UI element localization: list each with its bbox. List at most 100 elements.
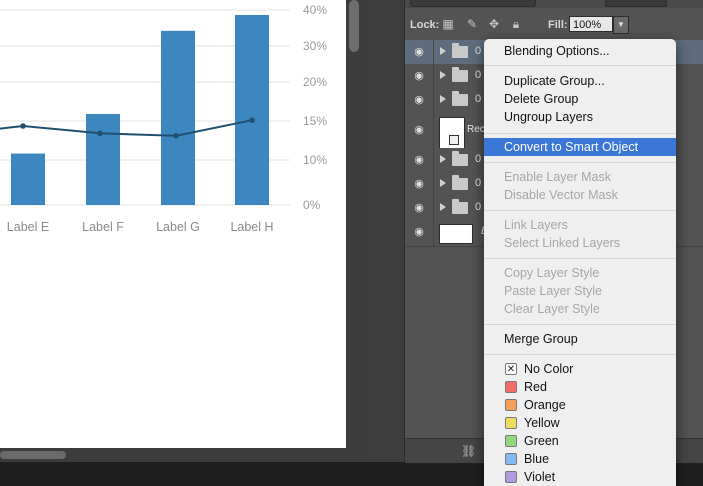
menu-item-blending-options[interactable]: Blending Options... — [484, 42, 676, 60]
menu-item-ungroup-layers[interactable]: Ungroup Layers — [484, 108, 676, 126]
visibility-column: ◉ — [405, 112, 434, 148]
canvas-scroll-gutter — [346, 0, 364, 462]
expand-triangle-icon[interactable] — [440, 95, 446, 103]
menu-item-color-none[interactable]: No Color — [484, 360, 676, 379]
visibility-column: ◉ — [405, 220, 434, 246]
layer-thumbnail — [439, 224, 473, 244]
eye-icon[interactable]: ◉ — [411, 93, 427, 107]
folder-icon — [452, 91, 468, 106]
x-tick-label: Label F — [82, 220, 124, 234]
visibility-column: ◉ — [405, 88, 434, 112]
series-point — [173, 133, 179, 139]
menu-item-color-red[interactable]: Red — [484, 378, 676, 396]
y-tick-label: 30% — [303, 39, 327, 53]
menu-item-delete-group[interactable]: Delete Group — [484, 90, 676, 108]
y-tick-label: 0% — [303, 198, 321, 212]
folder-icon — [452, 151, 468, 166]
folder-icon — [452, 67, 468, 82]
eye-icon[interactable]: ◉ — [411, 45, 427, 59]
layer-name[interactable]: 0 — [475, 45, 481, 57]
layer-name[interactable]: 0 — [475, 153, 481, 165]
fill-dropdown-arrow-icon[interactable]: ▼ — [613, 16, 629, 34]
panel-top-strip — [405, 0, 703, 8]
menu-item-clear-layer-style: Clear Layer Style — [504, 302, 600, 316]
menu-item-duplicate-group[interactable]: Duplicate Group... — [484, 72, 676, 90]
menu-separator — [484, 162, 676, 163]
layer-context-menu: Blending Options... Duplicate Group... D… — [484, 39, 676, 486]
bar — [11, 153, 45, 205]
menu-item-disable-vector-mask: Disable Vector Mask — [504, 188, 618, 202]
color-label: Red — [524, 380, 547, 394]
expand-triangle-icon[interactable] — [440, 179, 446, 187]
document-canvas[interactable]: 40% 30% 20% 15% 10% 0% Label E Label F Label G La… — [0, 0, 346, 448]
opacity-field[interactable] — [605, 0, 667, 7]
layer-name[interactable]: 0 — [475, 201, 481, 213]
bar — [235, 15, 269, 205]
eye-icon[interactable]: ◉ — [411, 225, 427, 239]
bar — [86, 113, 120, 205]
blend-mode-select[interactable] — [410, 0, 536, 7]
menu-item-color-violet[interactable]: Violet — [484, 468, 676, 486]
folder-icon — [452, 199, 468, 214]
menu-item-color-blue[interactable]: Blue — [484, 450, 676, 468]
lock-image-pixels-icon[interactable]: ✎ — [465, 17, 479, 31]
x-tick-label: Label H — [230, 220, 273, 234]
color-label: No Color — [524, 362, 574, 376]
panel-dock-edge — [364, 0, 404, 462]
eye-icon[interactable]: ◉ — [411, 177, 427, 191]
blue-swatch-icon — [505, 453, 517, 465]
chart: 40% 30% 20% 15% 10% 0% Label E Label F Label G La… — [0, 3, 327, 234]
visibility-column: ◉ — [405, 172, 434, 196]
bar — [161, 30, 195, 206]
layer-name[interactable]: Rec — [467, 124, 485, 135]
x-tick-label: Label G — [156, 220, 200, 234]
series-point — [97, 130, 103, 137]
menu-separator — [484, 324, 676, 325]
expand-triangle-icon[interactable] — [440, 47, 446, 55]
color-label: Blue — [524, 452, 550, 466]
vector-mask-icon — [449, 135, 459, 145]
orange-swatch-icon — [505, 399, 517, 411]
menu-item-copy-layer-style: Copy Layer Style — [504, 266, 600, 280]
expand-triangle-icon[interactable] — [440, 71, 446, 79]
menu-item-color-orange[interactable]: Orange — [484, 396, 676, 414]
lock-all-icon[interactable]: 🔒︎ — [509, 17, 523, 31]
menu-item-link-layers: Link Layers — [504, 218, 568, 232]
red-swatch-icon — [505, 381, 517, 393]
visibility-column: ◉ — [405, 196, 434, 220]
menu-separator — [484, 258, 676, 259]
expand-triangle-icon[interactable] — [440, 203, 446, 211]
eye-icon[interactable]: ◉ — [411, 153, 427, 167]
color-label: Orange — [524, 398, 566, 412]
eye-icon[interactable]: ◉ — [411, 123, 427, 137]
menu-item-enable-layer-mask: Enable Layer Mask — [504, 170, 612, 184]
y-tick-label: 20% — [303, 75, 327, 89]
link-layers-icon[interactable]: ⛓ — [461, 444, 476, 458]
layer-name[interactable]: 0 — [475, 69, 481, 81]
x-tick-label: Label E — [7, 220, 49, 234]
eye-icon[interactable]: ◉ — [411, 69, 427, 83]
layer-name[interactable]: 0 — [475, 93, 481, 105]
fill-field[interactable]: 100% ▼ — [569, 16, 629, 34]
menu-item-color-green[interactable]: Green — [484, 432, 676, 450]
color-label: Yellow — [524, 416, 560, 430]
vertical-scrollbar[interactable] — [349, 0, 359, 52]
lock-label: Lock: — [410, 19, 440, 31]
horizontal-scrollbar[interactable] — [0, 451, 66, 459]
menu-item-merge-group[interactable]: Merge Group — [484, 330, 676, 348]
lock-position-icon[interactable]: ✥ — [487, 17, 501, 31]
menu-item-select-linked-layers: Select Linked Layers — [504, 236, 621, 250]
menu-separator — [484, 65, 676, 66]
visibility-column: ◉ — [405, 148, 434, 172]
yellow-swatch-icon — [505, 417, 517, 429]
menu-item-convert-to-smart-object[interactable]: Convert to Smart Object — [484, 138, 676, 156]
lock-transparent-pixels-icon[interactable]: ▦ — [441, 17, 455, 31]
layer-name[interactable]: 0 — [475, 177, 481, 189]
menu-item-color-yellow[interactable]: Yellow — [484, 414, 676, 432]
eye-icon[interactable]: ◉ — [411, 201, 427, 215]
series-line — [0, 119, 253, 137]
no-color-swatch-icon — [505, 361, 517, 379]
expand-triangle-icon[interactable] — [440, 155, 446, 163]
color-label: Violet — [524, 470, 556, 484]
y-tick-label: 15% — [303, 114, 327, 128]
